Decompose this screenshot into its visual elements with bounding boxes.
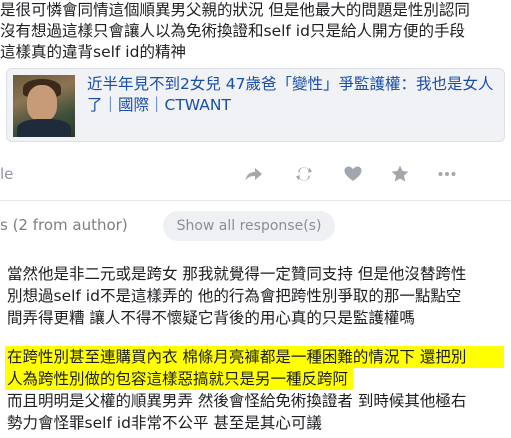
response-text-line: 勢力會怪罪self id非常不公平 甚至是其心可議 (7, 414, 322, 432)
heart-icon[interactable] (342, 163, 364, 185)
post-action-bar: le (0, 153, 511, 195)
response-text-line: 間弄得更糟 讓人不得不懷疑它背後的用心真的只是監護權嗎 (7, 309, 415, 327)
more-icon[interactable] (436, 163, 458, 185)
response-highlighted-line: 在跨性別甚至連購買內衣 棉條月亮褲都是一種困難的情況下 還把別 (7, 348, 467, 366)
share-icon[interactable] (243, 163, 265, 185)
responses-count-label: s (2 from author) (0, 216, 128, 234)
response-text-line: 別想過self id不是這樣弄的 他的行為會把跨性別爭取的那一點點空 (7, 287, 462, 305)
response-text-line: 當然他是非二元或是跨女 那我就覺得一定贊同支持 但是他沒替跨性 (7, 265, 467, 283)
star-icon[interactable] (389, 163, 411, 185)
link-thumbnail (13, 75, 75, 137)
response-highlighted-line: 人為跨性別做的包容這樣惡搞就只是另一種反跨阿 (7, 370, 349, 388)
post-text-line: 這樣真的違背self id的精神 (0, 43, 186, 61)
plurk-thread-view: 是很可憐會同情這個順異男父親的狀況 但是他最大的問題是性別認同 沒有想過這樣只會… (0, 0, 511, 438)
action-label: le (0, 165, 14, 183)
divider (0, 200, 511, 201)
replurk-icon[interactable] (293, 163, 315, 185)
post-text-line: 沒有想過這樣只會讓人以為免術換證和self id只是給人開方便的手段 (0, 22, 465, 40)
post-text-line: 是很可憐會同情這個順異男父親的狀況 但是他最大的問題是性別認同 (0, 1, 470, 19)
show-all-responses-button[interactable]: Show all response(s) (163, 211, 335, 241)
link-preview-title[interactable]: 近半年見不到2女兒 47歲爸「變性」爭監護權：我也是女人了｜國際｜CTWANT (87, 74, 497, 116)
response-text-line: 而且明明是父權的順異男弄 然後會怪給免術換證者 到時候其他極右 (7, 392, 467, 410)
link-preview-card[interactable]: 近半年見不到2女兒 47歲爸「變性」爭監護權：我也是女人了｜國際｜CTWANT (6, 68, 505, 142)
